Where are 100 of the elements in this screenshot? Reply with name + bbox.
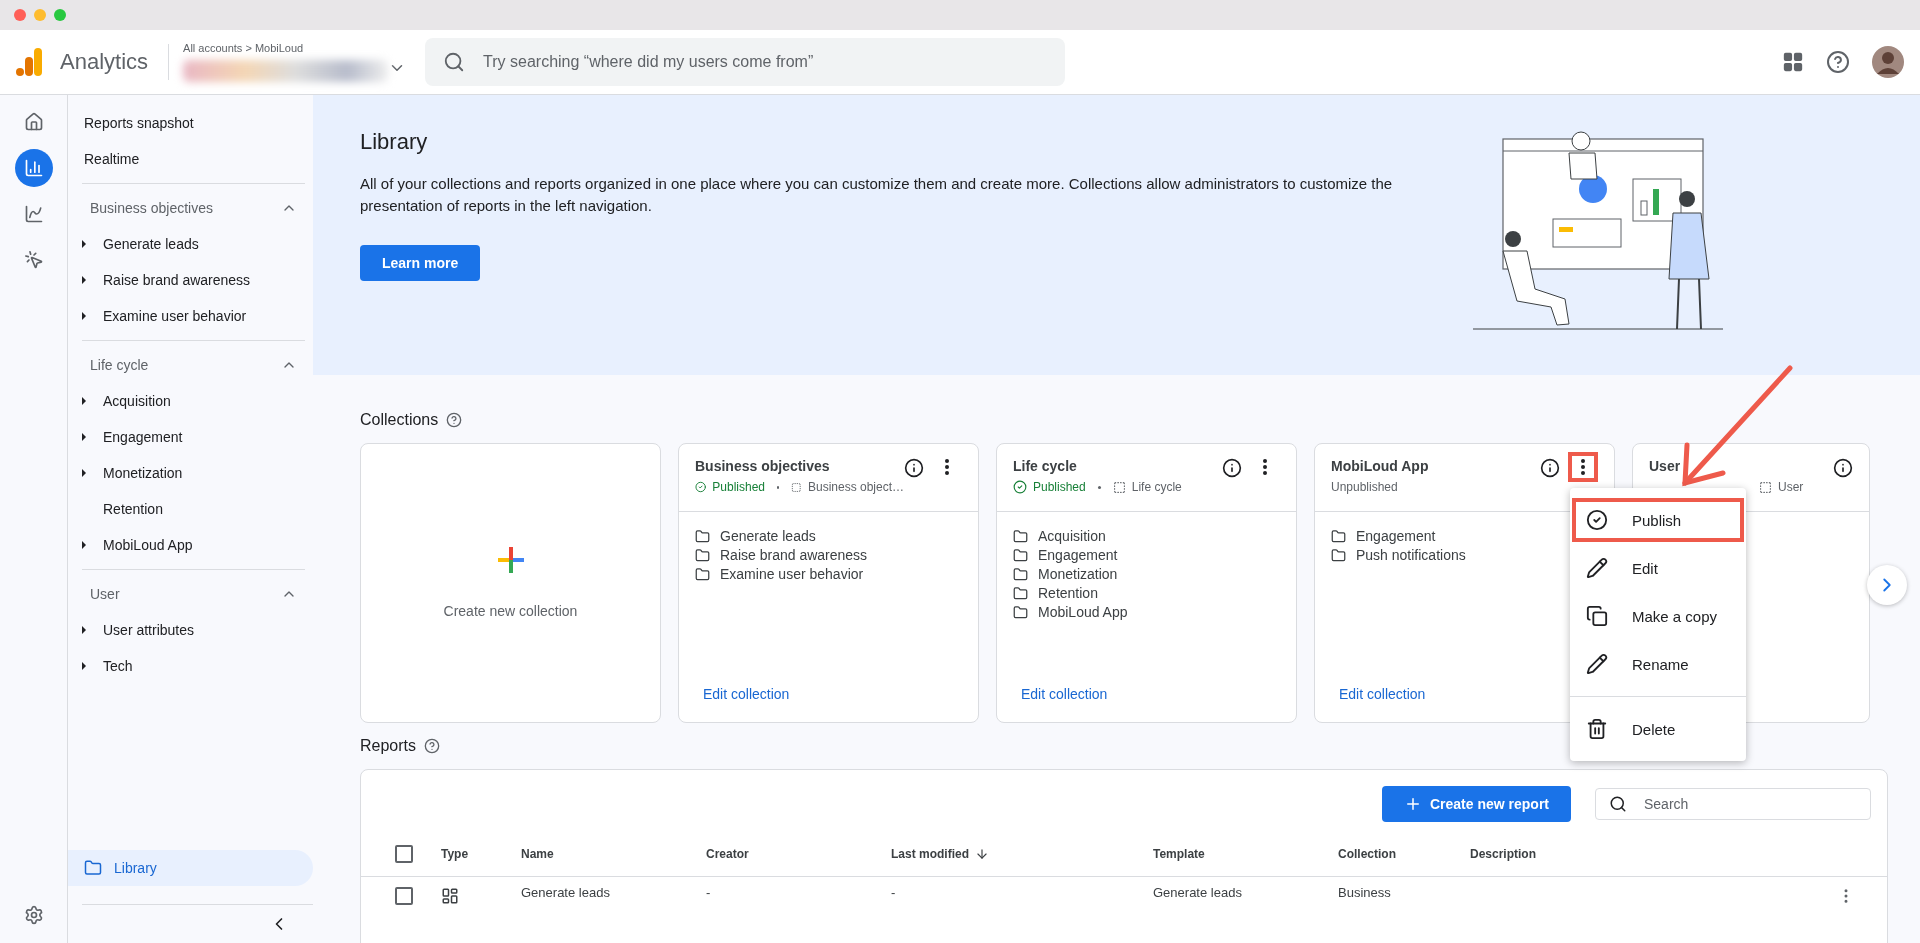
table-cell-text: - [891, 884, 897, 902]
column-header[interactable]: Collection [1338, 832, 1470, 876]
apps-grid-icon[interactable] [1782, 51, 1804, 73]
info-icon[interactable] [1833, 458, 1853, 478]
folder-name: Generate leads [720, 528, 816, 544]
nav-item[interactable]: Retention [96, 491, 163, 527]
info-icon[interactable] [904, 458, 924, 478]
column-header[interactable]: Last modified [891, 832, 1153, 876]
search-field[interactable]: Search [1595, 788, 1871, 820]
table-cell-text: Business [1338, 884, 1392, 902]
folder-icon [1013, 566, 1028, 582]
folder-icon [695, 566, 710, 582]
folder-icon [1013, 528, 1028, 544]
menu-item[interactable]: Edit [1570, 544, 1746, 592]
publish-status: Unpublished [1331, 480, 1398, 494]
dashed-square-icon [791, 480, 802, 494]
plus-icon [497, 547, 524, 573]
help-icon[interactable] [424, 738, 441, 754]
page-title: Library [360, 129, 429, 155]
table-cell-text: - [706, 884, 712, 902]
table-cell-text: Generate leads [1153, 884, 1243, 902]
help-icon[interactable] [1826, 50, 1850, 74]
edit-collection-link[interactable]: Edit collection [997, 686, 1296, 722]
create-report-button[interactable]: Create new report [1381, 786, 1571, 822]
avatar-icon[interactable] [1872, 46, 1904, 78]
nav-item[interactable]: User attributes [96, 612, 195, 648]
menu-item[interactable]: Publish [1570, 496, 1746, 544]
check-circle-icon [1013, 480, 1027, 494]
collection-title: Life cycle [1013, 458, 1078, 474]
folder-name: Push notifications [1356, 547, 1466, 563]
row-checkbox[interactable] [395, 887, 413, 905]
check-circle-icon [695, 480, 707, 494]
publish-status: Published [712, 480, 766, 494]
folder-icon [84, 859, 102, 877]
nav-item[interactable]: Tech [96, 648, 133, 684]
pencil-icon [1586, 653, 1608, 675]
nav-item[interactable]: Monetization [96, 455, 183, 491]
nav-link[interactable]: Reports snapshot [76, 105, 313, 141]
folder-name: Examine user behavior [720, 566, 864, 582]
folder-icon [695, 528, 710, 544]
search-icon [1609, 795, 1627, 813]
more-vertical-icon [1581, 459, 1585, 475]
column-header[interactable]: Name [521, 832, 706, 876]
more-vertical-icon [945, 459, 949, 475]
section-title: Reports [360, 737, 417, 755]
menu-item[interactable]: Rename [1570, 640, 1746, 688]
nav-item[interactable]: Acquisition [96, 383, 171, 419]
nav-item[interactable]: Engagement [96, 419, 183, 455]
folder-name: Monetization [1038, 566, 1118, 582]
edit-collection-link[interactable]: Edit collection [679, 686, 978, 722]
column-header[interactable]: Type [441, 832, 521, 876]
nav-item[interactable]: Generate leads [96, 226, 199, 262]
column-header[interactable]: Template [1153, 832, 1338, 876]
nav-section-header[interactable]: Business objectives [82, 190, 305, 226]
info-icon[interactable] [1222, 458, 1242, 478]
info-icon[interactable] [1540, 458, 1560, 478]
column-header[interactable]: Creator [706, 832, 891, 876]
nav-section-header[interactable]: User [82, 576, 305, 612]
learn-more-button[interactable]: Learn more [360, 245, 481, 281]
publish-status: Published [1033, 480, 1086, 494]
nav-link[interactable]: Realtime [76, 141, 313, 177]
search-field[interactable]: Try searching “where did my users come from” [425, 38, 1066, 86]
nav-item[interactable]: MobiLoud App [96, 527, 193, 563]
folder-icon [1331, 528, 1346, 544]
column-header[interactable]: Description [1470, 832, 1837, 876]
menu-item[interactable]: Delete [1570, 705, 1746, 753]
folder-name: Raise brand awareness [720, 547, 868, 563]
product-name: Analytics [60, 49, 149, 75]
folder-icon [1013, 585, 1028, 601]
folder-icon [1331, 547, 1346, 563]
settings-icon[interactable] [23, 905, 44, 925]
account-breadcrumb[interactable]: All accounts > MobiLoud [183, 42, 414, 54]
check-circle-icon [1586, 509, 1608, 531]
dashboard-icon [441, 887, 459, 905]
nav-item[interactable]: Raise brand awareness [96, 262, 251, 298]
more-options-button[interactable] [1568, 452, 1598, 482]
menu-item[interactable]: Make a copy [1570, 592, 1746, 640]
bar-chart-icon[interactable] [14, 149, 53, 187]
copy-icon [1586, 605, 1608, 627]
help-icon[interactable] [446, 412, 463, 428]
template-name: Business object… [807, 480, 904, 494]
collection-title: Business objectives [695, 458, 831, 474]
dashed-square-icon [1112, 480, 1126, 494]
folder-name: Engagement [1356, 528, 1436, 544]
pencil-icon [1586, 557, 1608, 579]
nav-section-header[interactable]: Life cycle [82, 347, 305, 383]
select-all-checkbox[interactable] [395, 845, 413, 863]
create-collection-card[interactable]: Create new collection [360, 443, 661, 723]
nav-item[interactable]: Examine user behavior [96, 298, 247, 334]
folder-icon [1013, 547, 1028, 563]
analytics-logo-icon [16, 48, 42, 76]
template-name: Life cycle [1131, 480, 1182, 494]
library-nav-item[interactable]: Library [68, 850, 313, 886]
search-icon [443, 51, 466, 73]
folder-name: Retention [1038, 585, 1098, 601]
banner-description: All of your collections and reports organized in one place where you can customize them and create more. Collections allow administrators to customize the presentation of reports in the left navigation. [360, 174, 1394, 216]
collection-title: User [1649, 458, 1682, 474]
section-title: Collections [360, 411, 439, 429]
template-name: User [1778, 480, 1804, 494]
folder-name: Engagement [1038, 547, 1118, 563]
